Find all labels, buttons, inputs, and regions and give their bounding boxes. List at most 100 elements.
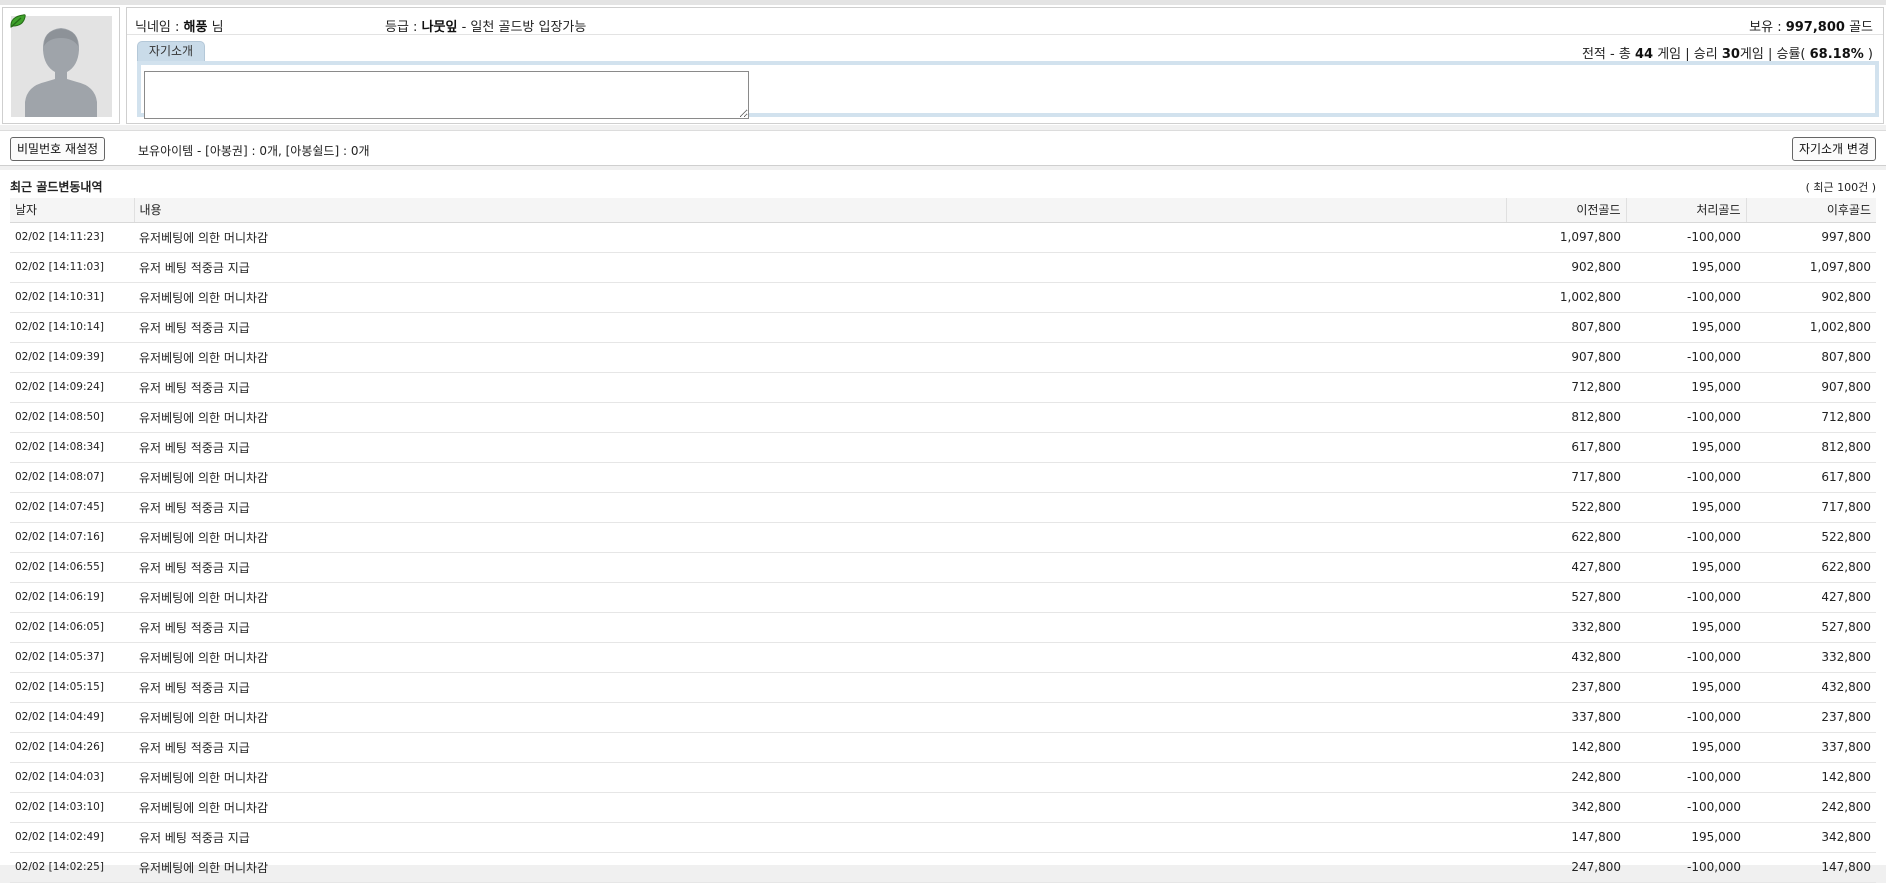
cell-change-gold: -100,000 — [1626, 702, 1746, 733]
table-row: 02/02 [14:07:16] 유저베팅에 의한 머니차감 622,800 -100… — [10, 522, 1876, 553]
cell-content: 유저 베팅 적중금 지급 — [134, 252, 1506, 283]
default-user-icon — [11, 16, 112, 117]
cell-content: 유저베팅에 의한 머니차감 — [134, 642, 1506, 673]
cell-content: 유저 베팅 적중금 지급 — [134, 372, 1506, 403]
cell-after-gold: 1,002,800 — [1746, 312, 1876, 343]
cell-after-gold: 1,097,800 — [1746, 252, 1876, 283]
cell-after-gold: 712,800 — [1746, 402, 1876, 433]
table-row: 02/02 [14:08:34] 유저 베팅 적중금 지급 617,800 195,0… — [10, 432, 1876, 463]
cell-after-gold: 522,800 — [1746, 522, 1876, 553]
cell-change-gold: -100,000 — [1626, 282, 1746, 313]
cell-content: 유저 베팅 적중금 지급 — [134, 732, 1506, 763]
record-prefix: 전적 - 총 — [1581, 47, 1631, 62]
cell-date: 02/02 [14:08:50] — [10, 402, 134, 433]
column-header-before-gold: 이전골드 — [1506, 198, 1627, 223]
cell-change-gold: 195,000 — [1626, 822, 1746, 853]
change-intro-button[interactable]: 자기소개 변경 — [1791, 137, 1876, 161]
cell-after-gold: 237,800 — [1746, 702, 1876, 733]
gold-value: 997,800 — [1785, 20, 1845, 35]
nickname-value: 해풍 — [183, 20, 208, 35]
owned-items-text: 보유아이템 - [아봉권] : 0개, [아봉쉴드] : 0개 — [138, 144, 370, 158]
grade-value: 나뭇잎 — [421, 20, 458, 35]
table-row: 02/02 [14:06:19] 유저베팅에 의한 머니차감 527,800 -100… — [10, 582, 1876, 613]
gold-label: 보유 : — [1749, 20, 1782, 35]
cell-after-gold: 902,800 — [1746, 282, 1876, 313]
table-row: 02/02 [14:07:45] 유저 베팅 적중금 지급 522,800 195,0… — [10, 492, 1876, 523]
cell-change-gold: 195,000 — [1626, 492, 1746, 523]
cell-before-gold: 142,800 — [1506, 732, 1626, 763]
history-count-note: ( 최근 100건 ) — [1805, 181, 1876, 194]
cell-change-gold: -100,000 — [1626, 342, 1746, 373]
record-games-label: 게임 | 승리 — [1657, 47, 1718, 62]
cell-change-gold: -100,000 — [1626, 642, 1746, 673]
column-header-content: 내용 — [134, 198, 1507, 223]
grade-label: 등급 : — [385, 20, 418, 35]
cell-change-gold: 195,000 — [1626, 432, 1746, 463]
cell-change-gold: 195,000 — [1626, 612, 1746, 643]
cell-content: 유저베팅에 의한 머니차감 — [134, 462, 1506, 493]
history-rows: 02/02 [14:11:23] 유저베팅에 의한 머니차감 1,097,800 -1… — [10, 222, 1876, 883]
cell-content: 유저베팅에 의한 머니차감 — [134, 282, 1506, 313]
cell-change-gold: -100,000 — [1626, 222, 1746, 253]
cell-before-gold: 237,800 — [1506, 672, 1626, 703]
record-wins: 30 — [1721, 47, 1740, 62]
column-header-after-gold: 이후골드 — [1746, 198, 1876, 223]
nickname-suffix: 님 — [211, 20, 224, 35]
cell-before-gold: 337,800 — [1506, 702, 1626, 733]
cell-content: 유저 베팅 적중금 지급 — [134, 672, 1506, 703]
cell-date: 02/02 [14:07:45] — [10, 492, 134, 523]
avatar — [11, 16, 112, 117]
cell-after-gold: 432,800 — [1746, 672, 1876, 703]
cell-before-gold: 622,800 — [1506, 522, 1626, 553]
table-row: 02/02 [14:05:15] 유저 베팅 적중금 지급 237,800 195,0… — [10, 672, 1876, 703]
cell-before-gold: 527,800 — [1506, 582, 1626, 613]
cell-date: 02/02 [14:06:19] — [10, 582, 134, 613]
grade-description: - 일천 골드방 입장가능 — [461, 20, 587, 35]
cell-content: 유저 베팅 적중금 지급 — [134, 612, 1506, 643]
cell-change-gold: -100,000 — [1626, 522, 1746, 553]
cell-content: 유저 베팅 적중금 지급 — [134, 432, 1506, 463]
history-title: 최근 골드변동내역 — [10, 180, 103, 194]
self-intro-input[interactable] — [144, 71, 749, 119]
cell-date: 02/02 [14:02:25] — [10, 852, 134, 883]
column-header-change-gold: 처리골드 — [1626, 198, 1747, 223]
cell-content: 유저베팅에 의한 머니차감 — [134, 222, 1506, 253]
cell-after-gold: 342,800 — [1746, 822, 1876, 853]
cell-after-gold: 142,800 — [1746, 762, 1876, 793]
cell-after-gold: 427,800 — [1746, 582, 1876, 613]
cell-change-gold: -100,000 — [1626, 582, 1746, 613]
gold-display: 보유 : 997,800 골드 — [1749, 16, 1873, 35]
cell-before-gold: 712,800 — [1506, 372, 1626, 403]
cell-before-gold: 332,800 — [1506, 612, 1626, 643]
cell-after-gold: 617,800 — [1746, 462, 1876, 493]
cell-before-gold: 432,800 — [1506, 642, 1626, 673]
table-row: 02/02 [14:04:49] 유저베팅에 의한 머니차감 337,800 -100… — [10, 702, 1876, 733]
cell-date: 02/02 [14:11:23] — [10, 222, 134, 253]
info-frame: 닉네임 : 해풍 님 등급 : 나뭇잎 - 일천 골드방 입장가능 보유 : 9… — [126, 7, 1884, 124]
cell-content: 유저베팅에 의한 머니차감 — [134, 792, 1506, 823]
cell-content: 유저베팅에 의한 머니차감 — [134, 852, 1506, 883]
leaf-icon — [10, 14, 26, 28]
gold-history-section: 최근 골드변동내역 ( 최근 100건 ) 날자 내용 이전골드 처리골드 이후… — [0, 170, 1886, 883]
cell-before-gold: 242,800 — [1506, 762, 1626, 793]
cell-before-gold: 427,800 — [1506, 552, 1626, 583]
cell-after-gold: 812,800 — [1746, 432, 1876, 463]
cell-content: 유저베팅에 의한 머니차감 — [134, 702, 1506, 733]
reset-password-button[interactable]: 비밀번호 재설정 — [10, 137, 106, 161]
cell-content: 유저베팅에 의한 머니차감 — [134, 582, 1506, 613]
cell-after-gold: 242,800 — [1746, 792, 1876, 823]
cell-change-gold: 195,000 — [1626, 312, 1746, 343]
cell-change-gold: 195,000 — [1626, 552, 1746, 583]
cell-content: 유저 베팅 적중금 지급 — [134, 552, 1506, 583]
cell-content: 유저베팅에 의한 머니차감 — [134, 522, 1506, 553]
table-row: 02/02 [14:06:05] 유저 베팅 적중금 지급 332,800 195,0… — [10, 612, 1876, 643]
record-wins-label: 게임 | 승률( — [1739, 47, 1806, 62]
cell-after-gold: 337,800 — [1746, 732, 1876, 763]
table-row: 02/02 [14:09:39] 유저베팅에 의한 머니차감 907,800 -100… — [10, 342, 1876, 373]
nickname-label: 닉네임 : — [135, 20, 180, 35]
tab-self-intro[interactable]: 자기소개 — [137, 41, 205, 61]
cell-change-gold: 195,000 — [1626, 672, 1746, 703]
table-header-row: 날자 내용 이전골드 처리골드 이후골드 — [10, 198, 1876, 223]
record-total: 44 — [1634, 47, 1654, 62]
cell-before-gold: 247,800 — [1506, 852, 1626, 883]
